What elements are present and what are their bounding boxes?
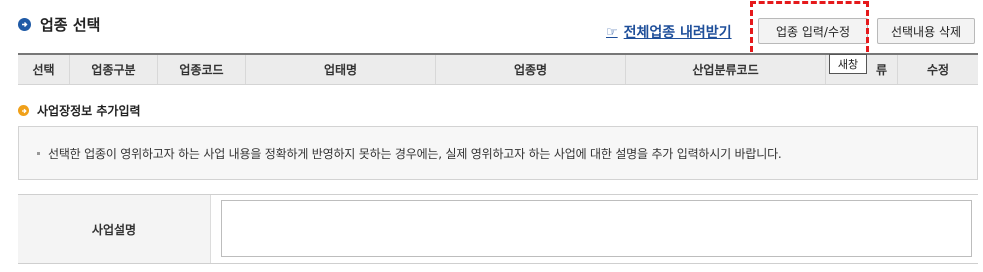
col-code: 업종코드 <box>158 55 246 84</box>
notice-text: 선택한 업종이 영위하고자 하는 사업 내용을 정확하게 반영하지 못하는 경우… <box>48 146 782 161</box>
bullet-icon <box>37 151 40 155</box>
col-category: 업종구분 <box>70 55 158 84</box>
col-select: 선택 <box>18 55 70 84</box>
hand-pointer-icon: ☞ <box>606 24 618 40</box>
orange-circle-arrow-icon <box>18 105 29 116</box>
business-description-input[interactable] <box>221 200 972 257</box>
industry-input-edit-button[interactable]: 업종 입력/수정 <box>758 18 868 44</box>
delete-selected-button[interactable]: 선택내용 삭제 <box>877 18 975 44</box>
business-description-row: 사업설명 <box>18 194 978 264</box>
section-header: 업종 선택 <box>18 14 100 35</box>
col-edit: 수정 <box>926 63 950 77</box>
additional-info-title: 사업장정보 추가입력 <box>37 104 141 118</box>
business-description-label: 사업설명 <box>18 195 211 263</box>
business-description-field-wrap <box>211 195 978 263</box>
additional-info-header: 사업장정보 추가입력 <box>18 102 141 119</box>
col-classification-code: 산업분류코드 <box>626 55 826 84</box>
download-link-label: 전체업종 내려받기 <box>623 25 732 41</box>
notice-box: 선택한 업종이 영위하고자 하는 사업 내용을 정확하게 반영하지 못하는 경우… <box>18 126 978 180</box>
section-title: 업종 선택 <box>40 16 101 34</box>
circle-arrow-icon <box>18 18 31 31</box>
col-industry-name: 업종명 <box>436 55 626 84</box>
download-all-industries-link[interactable]: ☞ 전체업종 내려받기 <box>606 22 732 42</box>
tooltip-new-window: 새창 <box>829 54 867 74</box>
col-business-type: 업태명 <box>246 55 436 84</box>
